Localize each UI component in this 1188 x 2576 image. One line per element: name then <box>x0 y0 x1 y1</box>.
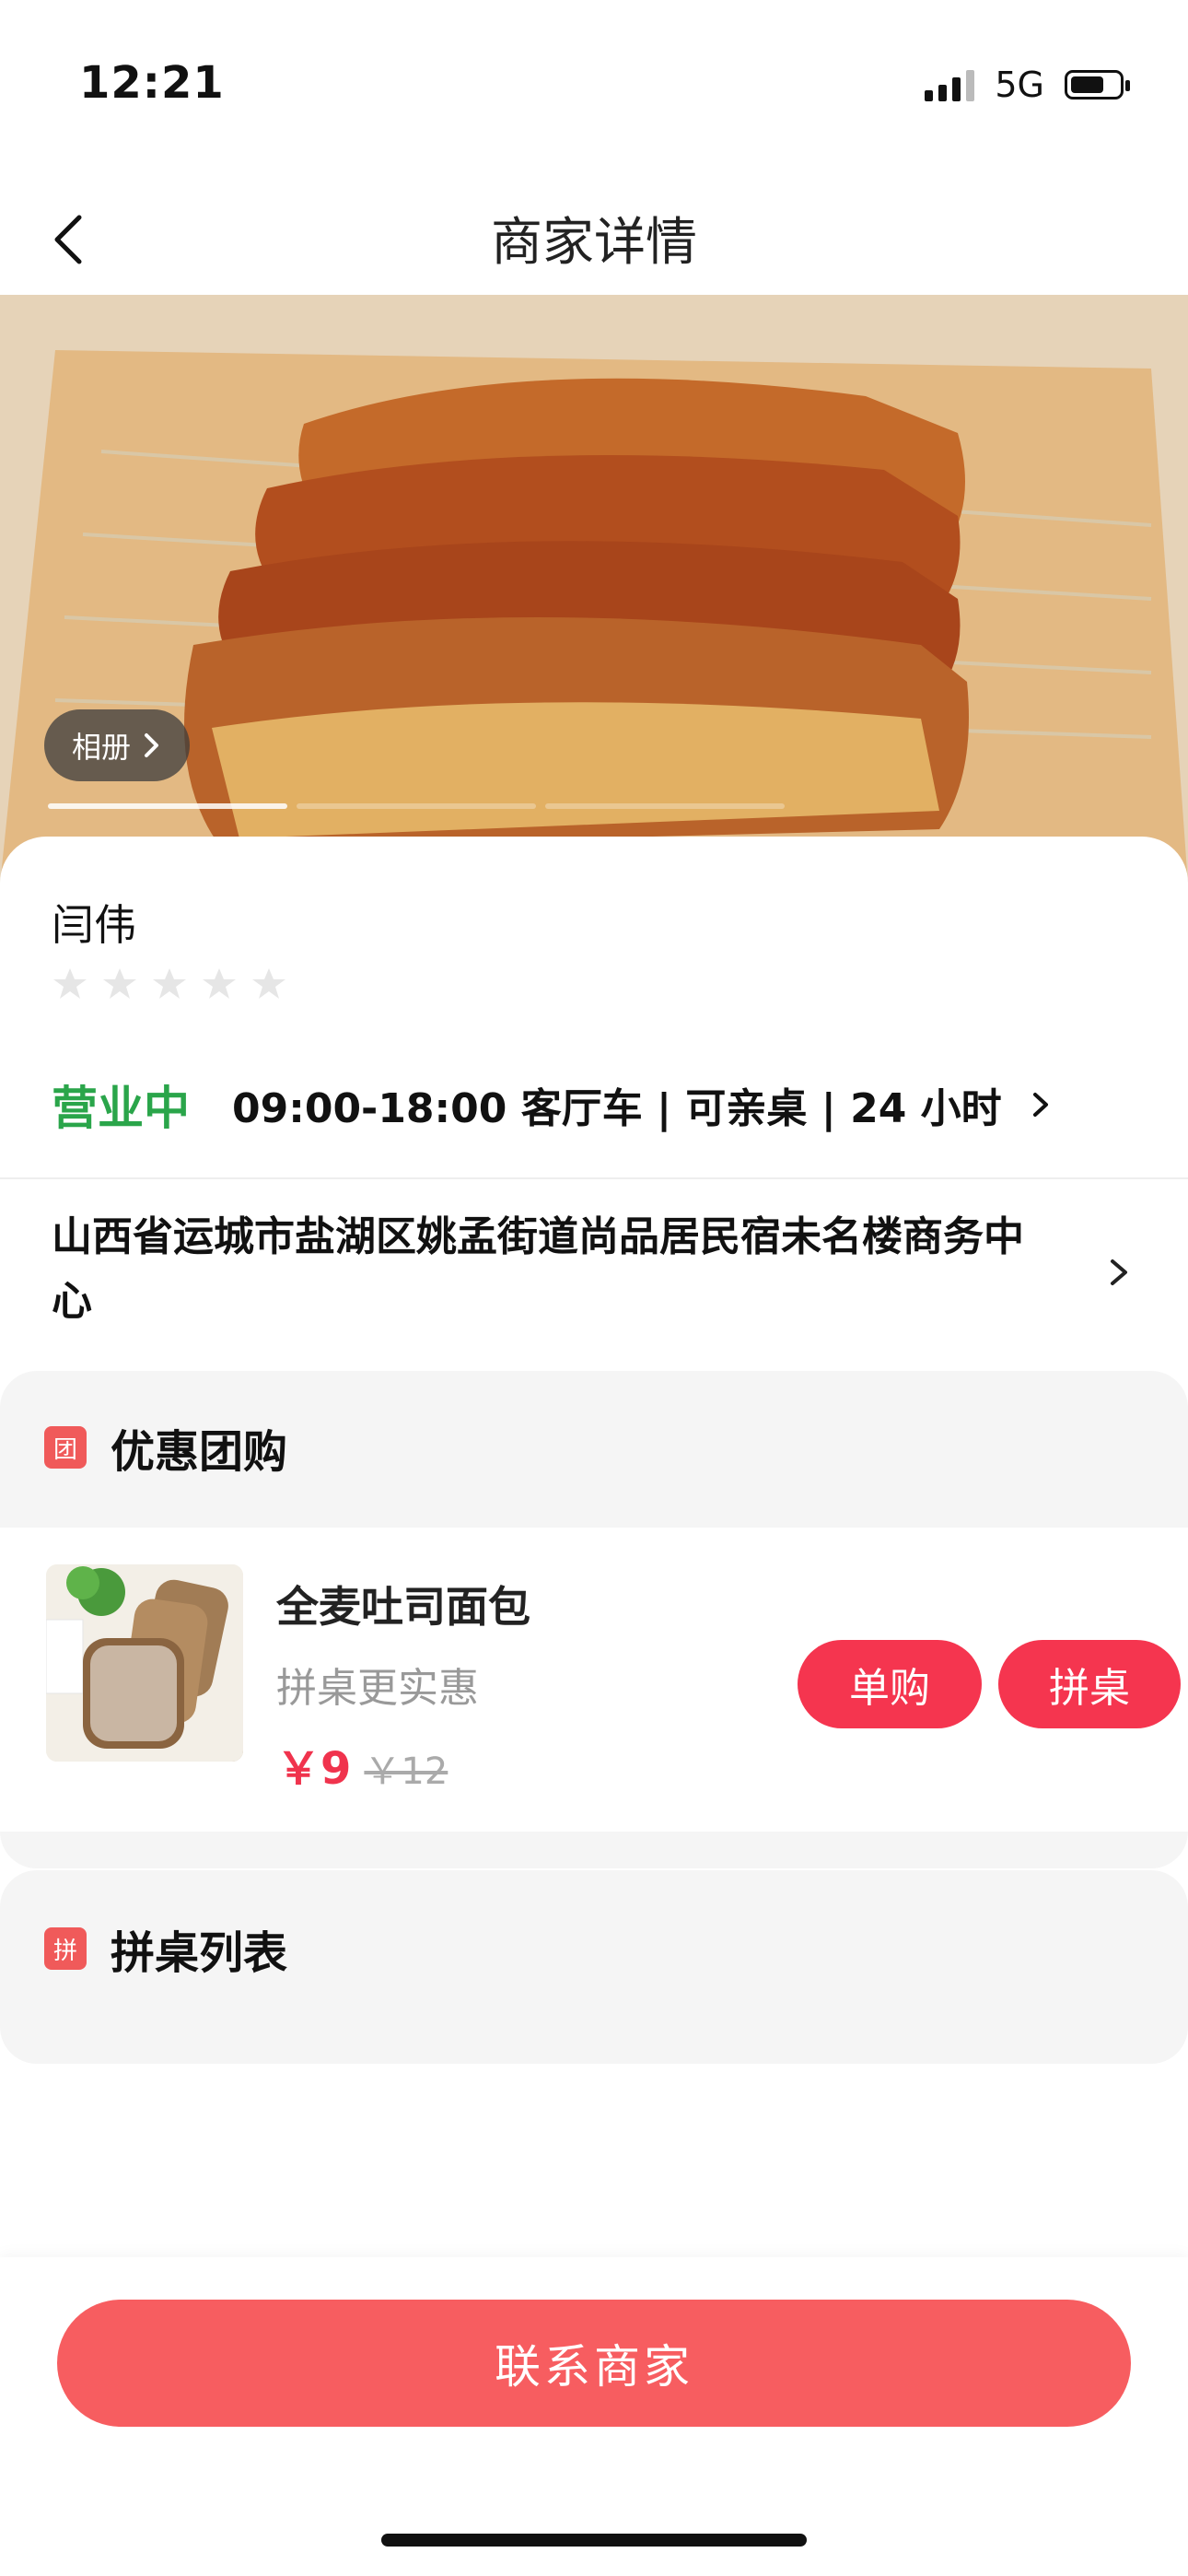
product-image <box>46 1564 243 1762</box>
section-title: 优惠团购 <box>111 1426 288 1478</box>
star-icon <box>53 968 87 999</box>
battery-icon <box>1065 70 1130 100</box>
business-hours: 09:00-18:00 客厅车 | 可亲桌 | 24 小时 <box>232 1085 1002 1132</box>
table-list-badge: 拼 <box>44 1927 87 1970</box>
product-name: 全麦吐司面包 <box>276 1582 530 1632</box>
business-hours-row[interactable]: 营业中 09:00-18:00 客厅车 | 可亲桌 | 24 小时 <box>52 1071 1057 1138</box>
home-indicator <box>381 2534 807 2547</box>
nav-bar: 商家详情 <box>0 175 1188 295</box>
table-list-header: 拼 拼桌列表 <box>44 1916 287 1981</box>
battery-level <box>1071 76 1103 93</box>
hero-image[interactable]: 相册 <box>0 295 1188 884</box>
merchant-info-card: 闫伟 营业中 09:00-18:00 客厅车 | 可亲桌 | 24 小时 山西省… <box>0 837 1188 1371</box>
contact-merchant-button[interactable]: 联系商家 <box>57 2300 1131 2427</box>
slide-dot <box>297 803 536 809</box>
deal-item[interactable]: 全麦吐司面包 拼桌更实惠 ￥9 ￥12 单购 拼桌 <box>0 1528 1188 1832</box>
album-button[interactable]: 相册 <box>44 709 191 781</box>
slide-dot <box>48 803 287 809</box>
rating-stars <box>52 966 287 1002</box>
star-icon <box>203 968 236 999</box>
bread-photo <box>46 1564 243 1762</box>
star-icon <box>103 968 136 999</box>
open-status: 营业中 <box>52 1082 190 1135</box>
merchant-name: 闫伟 <box>52 900 136 950</box>
buy-single-button[interactable]: 单购 <box>798 1640 982 1728</box>
price-row: ￥9 ￥12 <box>276 1732 448 1797</box>
status-indicators: 5G <box>925 64 1130 105</box>
chevron-right-icon[interactable] <box>1103 1256 1136 1289</box>
chevron-right-icon <box>145 733 159 757</box>
section-title: 拼桌列表 <box>111 1927 288 1979</box>
buy-group-button[interactable]: 拼桌 <box>998 1640 1181 1728</box>
status-time: 12:21 <box>79 57 225 109</box>
star-icon <box>153 968 186 999</box>
album-label: 相册 <box>72 730 132 765</box>
table-list-section: 拼 拼桌列表 <box>0 1870 1188 2064</box>
star-icon <box>252 968 285 999</box>
page-title: 商家详情 <box>491 213 697 273</box>
chevron-right-icon <box>1032 1093 1048 1117</box>
food-photo <box>0 295 1188 884</box>
bottom-bar: 联系商家 <box>0 2257 1188 2576</box>
group-buy-header: 团 优惠团购 <box>44 1415 287 1480</box>
slide-dot <box>545 803 785 809</box>
group-buy-badge: 团 <box>44 1426 87 1469</box>
divider <box>0 1177 1188 1179</box>
network-label: 5G <box>995 64 1044 105</box>
status-bar: 12:21 5G <box>0 0 1188 175</box>
signal-icon <box>925 68 975 101</box>
original-price: ￥12 <box>364 1751 448 1793</box>
product-subtitle: 拼桌更实惠 <box>276 1665 479 1712</box>
merchant-address[interactable]: 山西省运城市盐湖区姚孟街道尚品居民宿未名楼商务中心 <box>52 1205 1055 1334</box>
current-price: ￥9 <box>276 1743 352 1795</box>
slide-indicator <box>48 803 785 809</box>
